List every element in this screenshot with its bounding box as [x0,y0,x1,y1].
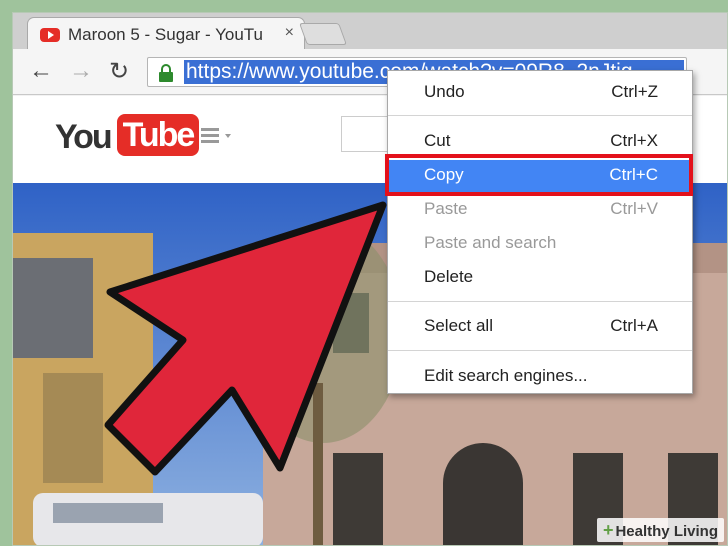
menu-item-label: Undo [424,82,465,101]
menu-item-select-all[interactable]: Select all Ctrl+A [388,311,692,341]
plus-icon: + [602,520,614,540]
menu-item-label: Edit search engines... [424,366,588,385]
healthy-living-watermark: + Healthy Living [596,518,724,542]
watermark-text: Healthy Living [615,523,718,540]
menu-item-shortcut: Ctrl+Z [611,82,658,101]
context-menu: Undo Ctrl+Z Cut Ctrl+X Copy Ctrl+C Paste… [387,70,693,394]
menu-item-shortcut: Ctrl+X [610,131,658,150]
menu-item-edit-search-engines[interactable]: Edit search engines... [388,361,692,391]
copy-highlight-box [385,154,693,196]
menu-item-delete[interactable]: Delete [388,262,692,292]
menu-item-label: Paste and search [424,233,557,252]
menu-item-label: Delete [424,267,474,286]
menu-divider [388,301,692,302]
menu-divider [388,350,692,351]
menu-item-cut[interactable]: Cut Ctrl+X [388,126,692,156]
menu-item-paste[interactable]: Paste Ctrl+V [388,194,692,224]
menu-item-undo[interactable]: Undo Ctrl+Z [388,77,692,107]
menu-divider [388,115,692,116]
menu-item-label: Cut [424,131,451,150]
menu-item-label: Paste [424,199,468,218]
menu-item-shortcut: Ctrl+A [610,316,658,335]
menu-item-label: Select all [424,316,493,335]
menu-item-shortcut: Ctrl+V [610,199,658,218]
menu-item-paste-and-search[interactable]: Paste and search [388,228,692,258]
